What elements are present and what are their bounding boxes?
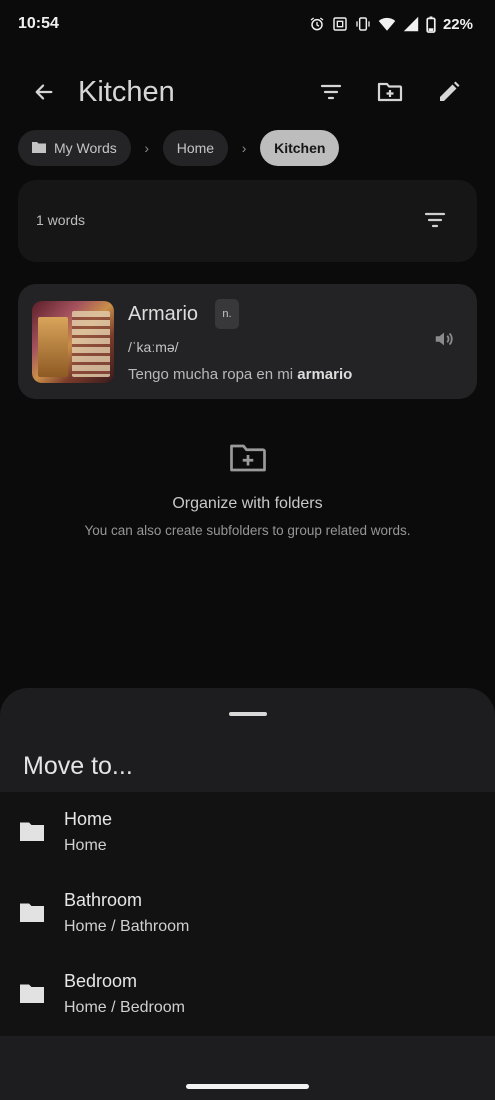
play-audio-button[interactable] — [433, 328, 455, 355]
edit-button[interactable] — [433, 78, 465, 110]
example-highlight: armario — [297, 366, 353, 383]
folder-item-bedroom[interactable]: Bedroom Home / Bedroom — [0, 954, 495, 1036]
example-text: Tengo mucha ropa en mi — [128, 366, 298, 383]
status-time: 10:54 — [18, 15, 59, 32]
gesture-nav-bar[interactable] — [186, 1084, 309, 1089]
part-of-speech-badge: n. — [215, 299, 239, 329]
folder-icon — [20, 902, 44, 927]
status-icons: 22% — [309, 16, 473, 33]
new-folder-button[interactable] — [374, 78, 406, 110]
wifi-icon — [378, 16, 396, 32]
status-bar: 10:54 22% — [0, 0, 495, 48]
empty-state-title: Organize with folders — [172, 495, 323, 512]
folder-item-bathroom[interactable]: Bathroom Home / Bathroom — [0, 873, 495, 955]
drag-handle[interactable] — [229, 712, 267, 716]
word-example: Tengo mucha ropa en mi armario — [128, 366, 352, 383]
folder-icon — [20, 983, 44, 1008]
sort-button[interactable] — [423, 208, 447, 237]
word-card[interactable]: Armario n. /ˈkaːmə/ Tengo mucha ropa en … — [18, 284, 477, 399]
folder-item-home[interactable]: Home Home — [0, 792, 495, 874]
page-title: Kitchen — [78, 76, 175, 108]
battery-percent: 22% — [442, 15, 473, 33]
breadcrumb-separator: › — [144, 140, 150, 156]
battery-icon — [426, 15, 436, 33]
new-folder-icon — [228, 440, 268, 481]
breadcrumb-my-words[interactable]: My Words — [18, 130, 131, 166]
word-count-card: 1 words — [18, 180, 477, 262]
folder-icon — [32, 140, 46, 156]
vibrate-icon — [355, 16, 371, 32]
breadcrumb-label: Kitchen — [274, 140, 326, 156]
back-arrow-icon — [33, 81, 55, 108]
folder-path: Home — [64, 837, 107, 854]
folder-name: Home — [64, 809, 113, 829]
breadcrumb-label: Home — [176, 140, 215, 156]
back-button[interactable] — [28, 78, 60, 110]
breadcrumb-label: My Words — [54, 140, 117, 156]
folder-icon — [20, 821, 44, 846]
breadcrumb-home[interactable]: Home — [162, 130, 229, 166]
folder-name: Bedroom — [64, 971, 138, 991]
move-to-sheet: Move to... Home Home Bathroom Home / Bat… — [0, 688, 495, 1100]
sheet-title: Move to... — [23, 752, 133, 780]
word-pronunciation: /ˈkaːmə/ — [128, 339, 179, 355]
breadcrumb-separator: › — [241, 140, 247, 156]
filter-icon — [423, 212, 447, 236]
folder-path: Home / Bathroom — [64, 918, 190, 935]
edit-icon — [437, 80, 461, 109]
app-bar: Kitchen — [0, 66, 495, 122]
breadcrumb-kitchen[interactable]: Kitchen — [260, 130, 340, 166]
folder-path: Home / Bedroom — [64, 999, 185, 1016]
speaker-icon — [433, 332, 455, 354]
folder-name: Bathroom — [64, 890, 143, 910]
filter-button[interactable] — [315, 78, 347, 110]
word-title: Armario — [128, 303, 199, 325]
new-folder-icon — [377, 80, 403, 109]
alarm-icon — [309, 16, 325, 32]
empty-state-subtitle: You can also create subfolders to group … — [84, 523, 411, 538]
word-count: 1 words — [36, 212, 86, 228]
filter-icon — [319, 80, 343, 109]
breadcrumb: My Words › Home › Kitchen — [18, 130, 340, 166]
signal-icon — [403, 16, 419, 32]
nfc-icon — [332, 16, 348, 32]
word-image — [32, 301, 114, 383]
folder-list: Home Home Bathroom Home / Bathroom Bedro… — [0, 792, 495, 1036]
